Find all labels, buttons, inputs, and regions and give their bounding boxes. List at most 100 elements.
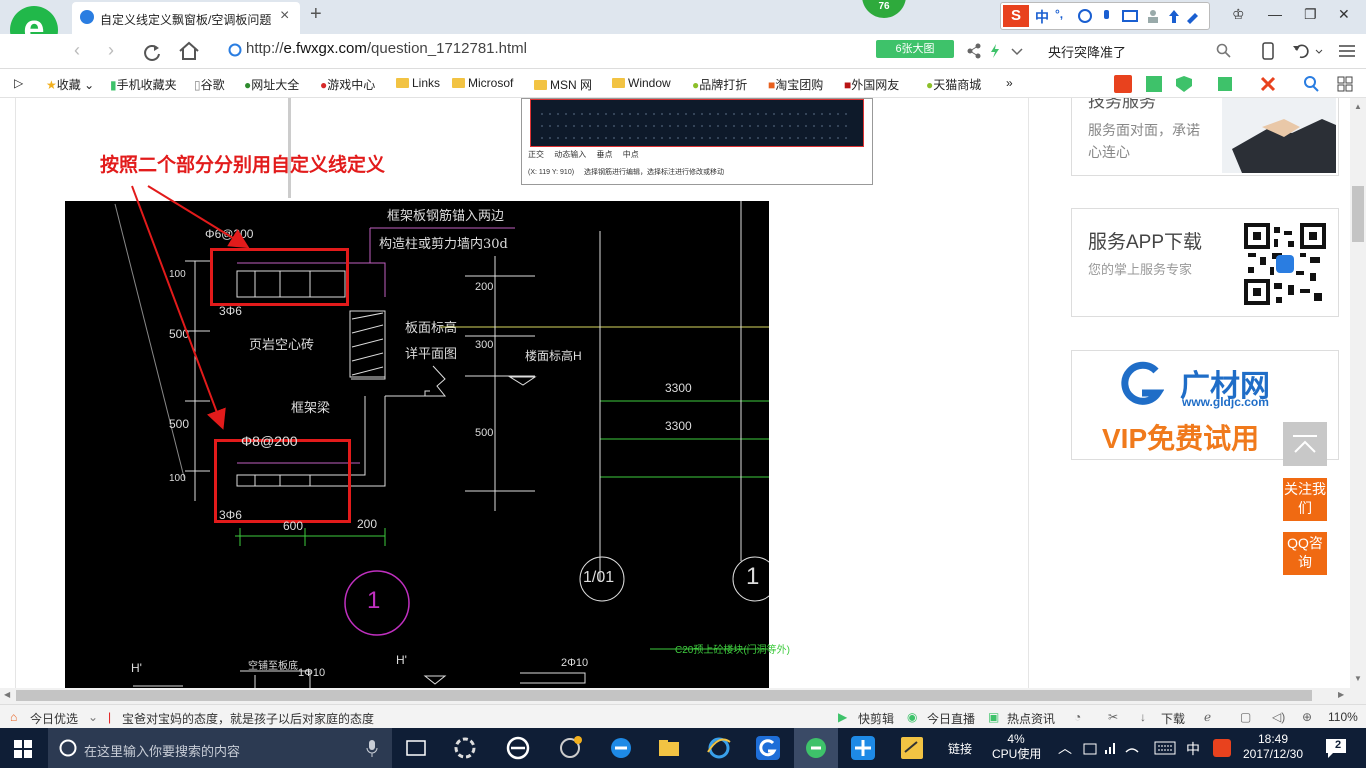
search-icon[interactable] [1216,43,1232,59]
bookmark-hao[interactable]: ●网址大全 [244,76,299,93]
question-screenshot-thumbnail[interactable]: 正交 动态输入 垂点 中点 (X: 119 Y: 910) 选择钢筋进行编辑，选… [521,98,873,185]
new-tab-button[interactable]: + [310,3,322,26]
forward-button[interactable]: › [108,40,114,61]
scroll-thumb[interactable] [16,690,1312,701]
notes-icon[interactable] [899,736,925,760]
sidebar-toggle-icon[interactable]: ▷ [14,76,23,90]
sogou-tray-icon[interactable] [1212,738,1232,758]
scroll-up-icon[interactable]: ▲ [1354,102,1362,111]
qq-consult-button[interactable]: QQ咨询 [1283,532,1327,575]
tray-icons[interactable] [1082,740,1146,758]
bookmark-foreign[interactable]: ■外国网友 [844,76,899,93]
live-link[interactable]: 今日直播 [927,710,975,727]
ime-toolbar[interactable]: S 中 °, [1000,2,1210,30]
file-explorer-icon[interactable] [656,736,682,760]
volume-icon[interactable]: ◁) [1272,710,1285,724]
cad-dim: 300 [475,339,494,351]
microphone-icon[interactable] [366,740,378,758]
folder-icon [612,78,625,88]
big-image-button[interactable]: 6张大图 [876,40,954,58]
cad-dim: 3300 [665,381,692,395]
app-swirl-icon[interactable] [557,736,583,760]
cad-rebar-label: 2Φ10 [561,657,589,669]
bookmark-microsoft[interactable]: Microsof [452,76,513,90]
windows-start-icon[interactable] [14,740,32,758]
today-picks[interactable]: 今日优选 [30,710,78,727]
bookmark-mobile[interactable]: ▮手机收藏夹 [110,76,177,93]
news-ticker[interactable]: 宝爸对宝妈的态度，就是孩子以后对家庭的态度 [122,710,374,727]
taskbar-search[interactable]: 在这里输入你要搜索的内容 [48,728,392,768]
url-field[interactable]: http://e.fwxgx.com/question_1712781.html [246,40,527,57]
bookmark-brand[interactable]: ●品牌打折 [692,76,747,93]
mobile-icon[interactable] [1260,42,1276,60]
app-download-card[interactable]: 服务APP下载 您的掌上服务专家 [1071,208,1339,317]
window-icon[interactable]: ▢ [1240,710,1251,724]
ie-icon[interactable] [706,736,732,760]
task-view-icon[interactable] [403,736,429,760]
bookmark-windows[interactable]: Window [612,76,671,90]
ie-mode-icon[interactable]: ℯ [1204,710,1211,724]
bookmark-taobao[interactable]: ■淘宝团购 [768,76,823,93]
chevron-down-icon[interactable]: ⌄ [88,710,98,724]
cad-axis-label: 1 [367,587,381,614]
ime-indicator[interactable]: 中 [1186,739,1200,759]
browser-e-icon[interactable] [505,736,531,760]
links-toolbar[interactable]: 链接 [948,740,972,757]
minimize-button[interactable]: — [1268,6,1282,22]
service-card[interactable]: 技务服务 服务面对面，承诺心连心 [1071,98,1339,176]
scroll-right-icon[interactable]: ▶ [1338,690,1344,699]
clock[interactable]: 18:49 2017/12/30 [1240,732,1306,762]
app-pinwheel-icon[interactable] [452,736,478,760]
cad-preview [530,99,864,147]
hot-news-link[interactable]: 热点资讯 [1007,710,1055,727]
cpu-monitor[interactable]: 4% CPU使用 [992,732,1041,762]
skin-icon[interactable]: ♔ [1232,6,1245,23]
close-tab-icon[interactable]: × [280,7,289,25]
speed-icon[interactable]: ◔ [1074,710,1081,724]
tray-expand-icon[interactable]: ︿ [1058,738,1072,758]
glodon-g-icon[interactable] [755,736,781,760]
quick-cut-link[interactable]: 快剪辑 [858,710,894,727]
vertical-scrollbar[interactable]: ▲ ▼ [1350,98,1366,688]
horizontal-scrollbar[interactable]: ◀ ▶ [0,688,1366,704]
browser-tab[interactable]: 自定义线定义飘窗板/空调板问题 × [72,2,300,34]
more-bookmarks-button[interactable]: » [1006,76,1013,90]
keyboard-icon[interactable] [1154,741,1176,755]
scroll-down-icon[interactable]: ▼ [1354,674,1362,683]
undo-icon[interactable] [1292,42,1326,60]
refresh-icon[interactable] [142,42,162,62]
restore-button[interactable]: ❐ [1304,6,1317,23]
home-icon[interactable] [178,41,200,61]
app-plus-icon[interactable] [850,736,876,760]
active-app-highlight[interactable] [794,728,838,768]
bookmark-tmall[interactable]: ●天猫商城 [926,76,981,93]
edge-icon[interactable] [608,736,634,760]
ime-tool-icons[interactable] [1077,8,1202,24]
menu-icon[interactable] [1338,44,1356,58]
download-link[interactable]: 下载 [1161,710,1185,727]
bookmark-favorites[interactable]: ★收藏 ⌄ [46,76,94,93]
scroll-thumb[interactable] [1352,186,1364,242]
back-button[interactable]: ‹ [74,40,80,61]
zoom-icon[interactable]: ⊕ [1302,710,1312,724]
bookmark-msn[interactable]: MSN 网 [534,76,592,93]
bookmark-games[interactable]: ●游戏中心 [320,76,375,93]
ime-punct[interactable]: °, [1055,7,1063,21]
folder-icon [452,78,465,88]
zoom-level[interactable]: 110% [1328,710,1358,724]
site-favicon-icon [80,10,94,24]
extension-icons[interactable] [1114,74,1354,94]
bookmark-google[interactable]: ▯谷歌 [194,76,225,93]
search-box[interactable]: 央行突降准了 [1048,42,1126,61]
site-info-icon[interactable] [228,43,242,57]
follow-us-button[interactable]: 关注我们 [1283,478,1327,521]
tools-icon[interactable]: ✂ [1108,710,1118,724]
share-icon[interactable] [966,43,1036,59]
notification-badge[interactable]: 76 [862,0,906,18]
back-to-top-button[interactable] [1283,422,1327,466]
bookmark-links[interactable]: Links [396,76,440,90]
cad-label: 详平面图 [405,346,458,361]
close-window-button[interactable]: ✕ [1338,6,1350,23]
scroll-left-icon[interactable]: ◀ [4,690,10,699]
ime-mode[interactable]: 中 [1035,7,1049,27]
